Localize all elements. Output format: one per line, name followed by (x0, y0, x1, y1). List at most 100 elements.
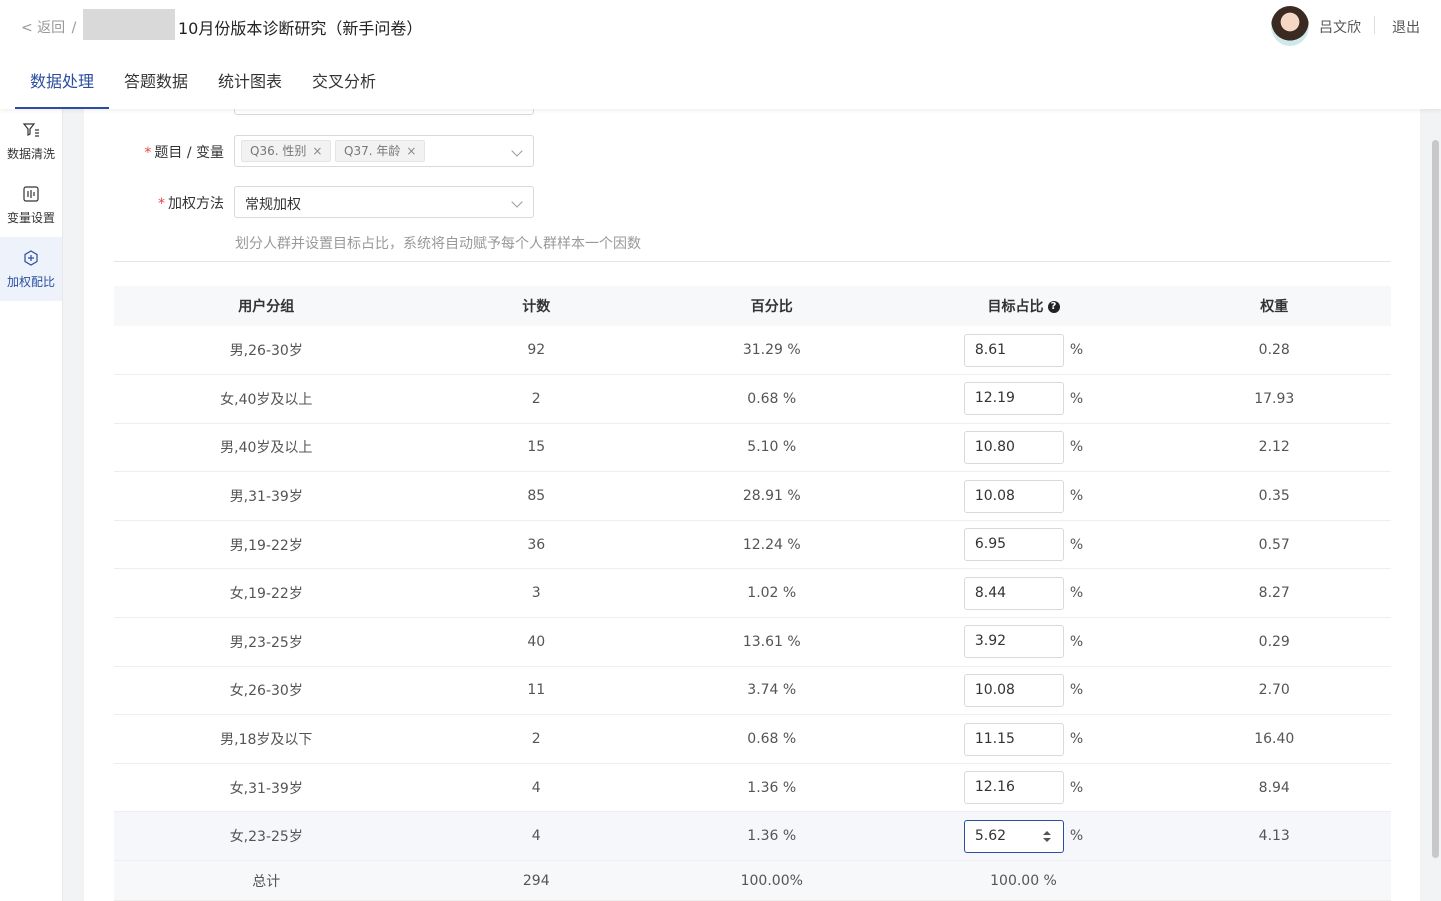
required-mark: * (158, 196, 165, 212)
cell-group: 男,23-25岁 (114, 617, 419, 667)
target-input[interactable]: 8.44 (963, 576, 1064, 610)
tab-charts[interactable]: 统计图表 (203, 60, 297, 109)
cell-weight: 8.94 (1157, 763, 1391, 813)
target-input[interactable]: 11.15 (963, 722, 1064, 756)
cell-count: 92 (418, 326, 655, 376)
target-input-value: 12.19 (974, 390, 1015, 407)
cell-target: 11.15% (889, 714, 1158, 764)
cell-percent: 5.10 % (654, 423, 890, 473)
help-icon[interactable]: ? (1047, 301, 1060, 313)
percent-suffix: % (1069, 488, 1084, 505)
percent-suffix: % (1069, 390, 1084, 407)
sidebar-item-variable-settings[interactable]: 变量设置 (0, 173, 62, 237)
percent-suffix: % (1069, 342, 1084, 359)
cell-weight: 2.70 (1157, 666, 1391, 716)
tab-answer-data[interactable]: 答题数据 (109, 60, 203, 109)
cell-count: 4 (418, 811, 655, 862)
table-row: 女,23-25岁 4 1.36 % 5.62% 4.13 (114, 811, 1391, 862)
tag-label: Q36. 性别 (250, 144, 307, 158)
cell-weight: 2.12 (1157, 423, 1391, 473)
target-input[interactable]: 5.62 (963, 819, 1064, 853)
breadcrumb-separator: / (71, 20, 77, 36)
table-row: 男,26-30岁 92 31.29 % 8.61% 0.28 (114, 326, 1391, 376)
method-select[interactable]: 常规加权 (234, 186, 534, 218)
top-header: < 返回 / 10月份版本诊断研究（新手问卷） 吕文欣 退出 数据处理 答题数据… (0, 0, 1441, 109)
tab-cross-analysis[interactable]: 交叉分析 (297, 60, 391, 109)
back-label[interactable]: < 返回 (21, 20, 65, 36)
cell-percent: 1.02 % (654, 568, 890, 619)
cell-count: 4 (418, 763, 655, 813)
cell-count: 11 (418, 666, 655, 716)
cell-percent: 0.68 % (654, 714, 890, 764)
cell-count: 15 (418, 423, 655, 473)
target-input[interactable]: 10.08 (963, 479, 1064, 513)
total-percent: 100.00% (654, 860, 890, 901)
cell-group: 女,31-39岁 (114, 763, 419, 813)
cell-count: 2 (418, 374, 655, 424)
tab-data-processing[interactable]: 数据处理 (15, 60, 110, 109)
sidebar-item-data-cleaning[interactable]: 数据清洗 (0, 109, 62, 173)
variables-label: * 题目 / 变量 (84, 142, 224, 162)
filter-icon (22, 122, 39, 137)
cell-target: 12.16% (889, 763, 1158, 813)
percent-suffix: % (1069, 779, 1084, 796)
table-row: 女,40岁及以上 2 0.68 % 12.19% 17.93 (114, 374, 1391, 424)
table-row: 男,18岁及以下 2 0.68 % 11.15% 16.40 (114, 714, 1391, 764)
chevron-down-icon (511, 145, 523, 157)
target-input-value: 8.44 (974, 584, 1007, 601)
percent-suffix: % (1069, 585, 1084, 602)
target-input-value: 8.61 (974, 341, 1007, 358)
target-input[interactable]: 8.61 (963, 333, 1064, 367)
user-name[interactable]: 吕文欣 (1319, 17, 1361, 37)
target-input[interactable]: 12.19 (963, 382, 1064, 416)
tag-close-icon[interactable]: × (406, 144, 416, 158)
cell-group: 男,18岁及以下 (114, 714, 419, 764)
method-label: * 加权方法 (84, 193, 224, 213)
tag-close-icon[interactable]: × (312, 144, 322, 158)
target-input[interactable]: 10.08 (963, 673, 1064, 707)
col-header-group: 用户分组 (238, 299, 295, 315)
cell-group: 男,31-39岁 (114, 471, 419, 521)
cell-weight: 0.29 (1157, 617, 1391, 667)
avatar[interactable] (1271, 6, 1309, 46)
cell-percent: 12.24 % (654, 520, 890, 570)
target-input[interactable]: 12.16 (963, 771, 1064, 805)
target-input[interactable]: 10.80 (963, 430, 1064, 464)
cell-weight: 0.57 (1157, 520, 1391, 570)
table-row: 男,40岁及以上 15 5.10 % 10.80% 2.12 (114, 423, 1391, 473)
sidebar-item-label: 变量设置 (6, 210, 55, 225)
sidebar: 数据清洗 变量设置 加权配比 (0, 109, 63, 901)
percent-suffix: % (1069, 731, 1084, 748)
cell-percent: 31.29 % (654, 326, 890, 376)
cell-percent: 1.36 % (654, 763, 890, 813)
total-weight (1157, 860, 1391, 901)
col-header-percent: 百分比 (750, 299, 793, 315)
method-label-text: 加权方法 (168, 196, 224, 212)
cell-group: 男,26-30岁 (114, 326, 419, 376)
variable-tag: Q37. 年龄 × (335, 140, 426, 162)
vertical-scrollbar[interactable] (1432, 140, 1439, 858)
target-input[interactable]: 6.95 (963, 528, 1064, 562)
back-link[interactable]: < 返回 / (21, 17, 76, 37)
logout-button[interactable]: 退出 (1392, 17, 1420, 37)
table-header-row: 用户分组 计数 百分比 目标占比? 权重 (114, 286, 1391, 326)
previous-field[interactable] (234, 109, 534, 115)
sidebar-item-weighting[interactable]: 加权配比 (0, 237, 62, 301)
cell-weight: 0.35 (1157, 471, 1391, 521)
cell-group: 男,19-22岁 (114, 520, 419, 570)
sidebar-item-label: 加权配比 (6, 274, 55, 289)
variable-icon (23, 185, 39, 202)
col-header-weight: 权重 (1260, 299, 1289, 315)
cell-count: 40 (418, 617, 655, 667)
target-input-value: 12.16 (974, 779, 1015, 796)
weight-icon (24, 249, 38, 266)
variables-label-text: 题目 / 变量 (154, 145, 224, 161)
target-input[interactable]: 3.92 (963, 625, 1064, 659)
table-row: 女,26-30岁 11 3.74 % 10.08% 2.70 (114, 666, 1391, 716)
variables-select[interactable]: Q36. 性别 × Q37. 年龄 × (234, 135, 534, 167)
method-value: 常规加权 (245, 197, 301, 213)
target-input-value: 10.08 (974, 681, 1015, 698)
percent-suffix: % (1069, 828, 1084, 845)
target-input-value: 5.62 (974, 827, 1007, 844)
stepper-icon[interactable] (1042, 830, 1051, 843)
